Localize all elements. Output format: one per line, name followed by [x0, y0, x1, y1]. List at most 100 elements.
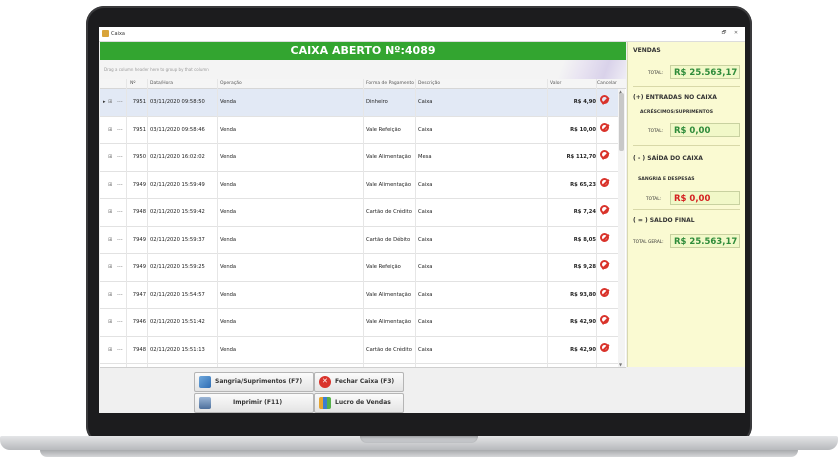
app-icon — [102, 30, 109, 37]
cancel-icon[interactable] — [600, 177, 609, 187]
cancel-icon[interactable] — [600, 260, 609, 269]
expand-row-icon[interactable]: ⊞ — [108, 264, 112, 270]
decorative-swoosh — [556, 60, 626, 79]
cell-num: 7949 — [132, 236, 146, 243]
entradas-title: (+) ENTRADAS NO CAIXA — [633, 94, 717, 101]
expand-row-icon[interactable]: ⊞ — [108, 237, 112, 243]
lucro-button-label: Lucro de Vendas — [335, 399, 391, 406]
col-header-cancel[interactable]: Cancelar — [597, 81, 617, 86]
column-divider — [126, 79, 127, 367]
cell-operation: Venda — [220, 126, 237, 133]
cell-value: R$ 7,24 — [573, 209, 596, 215]
table-row[interactable]: ⊞ --- 7949 02/11/2020 15:59:49 Venda Vale Ali… — [100, 172, 618, 199]
table-row[interactable]: ⊞ --- 7946 02/11/2020 15:51:42 Venda Vale Ali… — [100, 309, 618, 337]
cell-payment: Vale Refeição — [366, 264, 401, 270]
cell-operation: Venda — [220, 264, 237, 270]
restore-icon[interactable]: 🗗 — [720, 30, 728, 37]
col-header-description[interactable]: Descrição — [418, 81, 440, 86]
cell-date: 02/11/2020 15:59:25 — [150, 264, 205, 270]
cell-date: 02/11/2020 15:51:42 — [150, 319, 205, 325]
saida-subtitle: SANGRIA E DESPESAS — [638, 177, 695, 182]
cancel-icon[interactable] — [600, 122, 609, 132]
group-by-hint: Drag a column header here to group by th… — [104, 67, 209, 72]
table-row[interactable]: ⊞ --- 7949 02/11/2020 15:59:37 Venda Cartão d… — [100, 227, 618, 254]
col-header-num[interactable]: Nº — [130, 81, 136, 86]
expand-row-icon[interactable]: ⊞ — [108, 127, 112, 133]
cell-operation: Venda — [220, 236, 237, 243]
cell-payment: Cartão de Crédito — [366, 209, 412, 215]
saldo-total-value: R$ 25.563,17 — [670, 234, 740, 248]
expand-row-icon[interactable]: ⊞ — [108, 182, 112, 188]
col-header-payment[interactable]: Forma de Pagamento — [366, 81, 414, 86]
cancel-icon[interactable] — [600, 95, 609, 104]
expand-row-icon[interactable]: ⊞ — [108, 154, 112, 160]
table-row[interactable]: ⊞ --- 7948 02/11/2020 15:59:42 Venda Cartão d… — [100, 199, 618, 227]
cell-value: R$ 93,80 — [570, 291, 596, 298]
scroll-thumb[interactable] — [619, 93, 624, 151]
cell-date: 03/11/2020 09:58:46 — [150, 126, 205, 133]
cell-num: 7951 — [132, 99, 146, 105]
cancel-icon[interactable] — [600, 287, 609, 297]
column-divider — [217, 79, 218, 367]
sangria-suprimentos-button[interactable]: Sangria/Suprimentos (F7) — [194, 372, 314, 392]
cancel-icon[interactable] — [600, 150, 609, 159]
close-register-icon — [319, 376, 331, 388]
cell-num: 7947 — [132, 291, 146, 298]
close-icon[interactable]: ✕ — [732, 30, 740, 37]
cell-num: 7951 — [132, 126, 146, 133]
cancel-icon[interactable] — [600, 232, 609, 242]
table-row[interactable]: ⊞ --- 7950 02/11/2020 16:02:02 Venda Vale Ali… — [100, 144, 618, 172]
expand-row-icon[interactable]: ⊞ — [108, 347, 112, 353]
col-header-value[interactable]: Valor — [550, 81, 561, 86]
lucro-vendas-button[interactable]: Lucro de Vendas — [314, 393, 404, 413]
cell-description: Caixa — [418, 236, 433, 243]
column-divider — [415, 79, 416, 367]
cell-payment: Dinheiro — [366, 99, 388, 105]
cell-date: 03/11/2020 09:58:50 — [150, 99, 205, 105]
cell-date: 02/11/2020 15:59:49 — [150, 181, 205, 188]
cell-payment: Vale Refeição — [366, 126, 401, 133]
cell-value: R$ 65,23 — [570, 181, 596, 188]
col-header-operation[interactable]: Operação — [220, 81, 242, 86]
row-dash: --- — [117, 346, 123, 353]
grid-scrollbar[interactable]: ▲ ▼ — [618, 89, 625, 367]
divider — [100, 367, 626, 368]
cell-operation: Venda — [220, 181, 237, 188]
table-row[interactable]: ⊞ --- 7951 03/11/2020 09:58:46 Venda Vale Ref… — [100, 117, 618, 144]
column-divider — [363, 79, 364, 367]
cell-date: 02/11/2020 16:02:02 — [150, 154, 205, 160]
bar-chart-icon — [319, 397, 331, 409]
col-header-date[interactable]: Data/Hora — [150, 81, 173, 86]
cell-payment: Vale Alimentação — [366, 291, 411, 298]
cell-payment: Cartão de Débito — [366, 236, 411, 243]
cell-operation: Venda — [220, 319, 237, 325]
table-row[interactable]: ⊞ --- 7949 02/11/2020 15:59:25 Venda Vale Ref… — [100, 254, 618, 282]
cell-value: R$ 42,90 — [570, 319, 596, 325]
divider — [633, 209, 740, 210]
cell-payment: Cartão de Crédito — [366, 346, 412, 353]
cell-value: R$ 9,28 — [573, 264, 596, 270]
transfer-icon — [199, 376, 211, 388]
expand-row-icon[interactable]: ⊞ — [108, 319, 112, 325]
fechar-caixa-button[interactable]: Fechar Caixa (F3) — [314, 372, 404, 392]
grid-rows: ▸ ⊞ --- 7951 03/11/2020 09:58:50 Venda Dinheir… — [100, 89, 618, 367]
vendas-total-label: TOTAL: — [648, 71, 664, 76]
table-row[interactable]: ⊞ --- 7948 02/11/2020 15:51:13 Venda Cartão d… — [100, 337, 618, 364]
cell-operation: Venda — [220, 291, 237, 298]
expand-row-icon[interactable]: ⊞ — [108, 209, 112, 215]
cell-description: Caixa — [418, 264, 433, 270]
saida-total-value: R$ 0,00 — [670, 191, 740, 205]
row-dash: --- — [117, 126, 123, 133]
cancel-icon[interactable] — [600, 342, 609, 352]
cell-date: 02/11/2020 15:59:37 — [150, 236, 205, 243]
table-row[interactable]: ⊞ --- 7947 02/11/2020 15:54:57 Venda Vale Ali… — [100, 282, 618, 309]
group-by-panel[interactable]: Drag a column header here to group by th… — [100, 60, 626, 79]
column-divider — [547, 79, 548, 367]
table-row[interactable]: ▸ ⊞ --- 7951 03/11/2020 09:58:50 Venda Dinheir… — [100, 89, 618, 117]
expand-row-icon[interactable]: ⊞ — [108, 99, 112, 105]
cancel-icon[interactable] — [600, 205, 609, 214]
imprimir-button[interactable]: Imprimir (F11) — [194, 393, 314, 413]
cell-operation: Venda — [220, 99, 237, 105]
expand-row-icon[interactable]: ⊞ — [108, 292, 112, 298]
cancel-icon[interactable] — [600, 315, 609, 324]
